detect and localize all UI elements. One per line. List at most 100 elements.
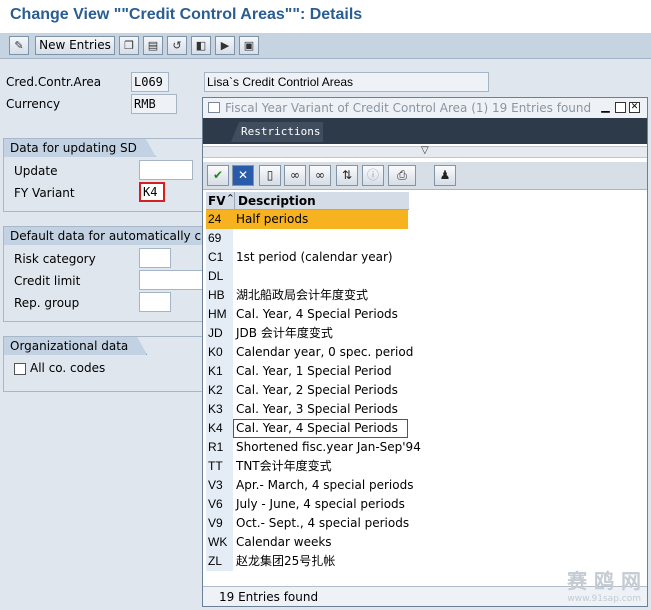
column-header-description[interactable]: Description xyxy=(234,192,408,210)
list-item-description: Cal. Year, 3 Special Periods xyxy=(233,400,408,419)
list-item-fv: TT xyxy=(206,457,233,476)
list-item-description: Cal. Year, 4 Special Periods xyxy=(233,419,408,438)
first-entry-icon[interactable]: ◧ xyxy=(191,36,211,55)
page-title: Change View ""Credit Control Areas"": De… xyxy=(10,6,363,23)
copy-icon[interactable]: ❐ xyxy=(119,36,139,55)
fy-variant-field[interactable]: K4 xyxy=(139,182,165,202)
list-item-fv: 69 xyxy=(206,229,233,248)
list-item[interactable]: HB 湖北船政局会计年度变式 xyxy=(206,286,408,305)
org-data-group: Organizational data All co. codes xyxy=(3,336,203,392)
list-item-fv: DL xyxy=(206,267,233,286)
list-item[interactable]: K3 Cal. Year, 3 Special Periods xyxy=(206,400,408,419)
list-item-description: Oct.- Sept., 4 special periods xyxy=(233,514,409,533)
result-list: 24 Half periods 69 C1 1st period (calendar y… xyxy=(206,210,421,571)
binoculars-icon[interactable]: ∞ xyxy=(284,165,306,186)
list-item-description: July - June, 4 special periods xyxy=(233,495,408,514)
application-toolbar: ✎ New Entries ❐ ▤ ↺ ◧ ▶ ▣ xyxy=(0,33,651,59)
list-item-fv: R1 xyxy=(206,438,233,457)
list-item[interactable]: 69 xyxy=(206,229,408,248)
list-item-fv: 24 xyxy=(206,210,233,229)
watermark-text: 赛 鸥 网 xyxy=(567,569,641,593)
list-item[interactable]: V9 Oct.- Sept., 4 special periods xyxy=(206,514,409,533)
last-entry-icon[interactable]: ▣ xyxy=(239,36,259,55)
personal-value-list-icon[interactable]: ♟ xyxy=(434,165,456,186)
credit-limit-field[interactable] xyxy=(139,270,203,290)
list-item[interactable]: DL xyxy=(206,267,408,286)
list-item-fv: K0 xyxy=(206,343,233,362)
list-item-description xyxy=(233,229,408,248)
list-item-fv: HM xyxy=(206,305,233,324)
title-bar: Change View ""Credit Control Areas"": De… xyxy=(0,0,651,33)
close-icon[interactable]: ✕ xyxy=(629,102,640,113)
currency-label: Currency xyxy=(6,97,61,111)
watermark-url: www.91sap.com xyxy=(567,594,641,604)
list-item[interactable]: V6 July - June, 4 special periods xyxy=(206,495,408,514)
list-item-description: Cal. Year, 2 Special Periods xyxy=(233,381,408,400)
list-item-description: JDB 会计年度变式 xyxy=(233,324,408,343)
list-item-description: Cal. Year, 1 Special Period xyxy=(233,362,408,381)
list-item-description: 赵龙集团25号扎帐 xyxy=(233,552,408,571)
sort-ascending-icon: ^ xyxy=(227,193,234,202)
list-item[interactable]: 24 Half periods xyxy=(206,210,408,229)
undo-icon[interactable]: ↺ xyxy=(167,36,187,55)
restrictions-expand-handle[interactable]: ▽ xyxy=(203,145,647,158)
list-item-fv: C1 xyxy=(206,248,233,267)
window-icon xyxy=(208,102,220,113)
list-item[interactable]: TT TNT会计年度变式 xyxy=(206,457,408,476)
list-item[interactable]: C1 1st period (calendar year) xyxy=(206,248,408,267)
list-item-description: Apr.- March, 4 special periods xyxy=(233,476,413,495)
org-data-group-title: Organizational data xyxy=(4,337,147,355)
tab-restrictions[interactable]: Restrictions xyxy=(231,122,323,142)
list-item-description: Cal. Year, 4 Special Periods xyxy=(233,305,408,324)
document-icon[interactable]: ▯ xyxy=(259,165,281,186)
value-help-popup: Fiscal Year Variant of Credit Control Ar… xyxy=(202,97,648,607)
list-item-description: Calendar weeks xyxy=(233,533,408,552)
find-next-icon[interactable]: ∞ xyxy=(309,165,331,186)
checkmark-icon[interactable]: ✔ xyxy=(207,165,229,186)
all-co-codes-checkbox[interactable] xyxy=(14,363,26,375)
list-item-fv: K1 xyxy=(206,362,233,381)
list-item[interactable]: R1 Shortened fisc.year Jan-Sep'94 xyxy=(206,438,421,457)
cred-contr-area-description: Lisa`s Credit Contriol Areas xyxy=(204,72,489,92)
popup-toolbar: ✔ ✕ ▯ ∞ ∞ ⇅ ⓘ ⎙ ♟ xyxy=(203,162,647,190)
list-item-fv: V3 xyxy=(206,476,233,495)
rep-group-field[interactable] xyxy=(139,292,171,312)
sd-data-group-title: Data for updating SD xyxy=(4,139,156,157)
new-entries-button[interactable]: New Entries xyxy=(35,36,115,55)
save-icon[interactable]: ▤ xyxy=(143,36,163,55)
cancel-icon[interactable]: ✕ xyxy=(232,165,254,186)
next-entry-icon[interactable]: ▶ xyxy=(215,36,235,55)
list-item[interactable]: JD JDB 会计年度变式 xyxy=(206,324,408,343)
display-change-icon[interactable]: ✎ xyxy=(9,36,29,55)
list-item[interactable]: K1 Cal. Year, 1 Special Period xyxy=(206,362,408,381)
information-icon[interactable]: ⓘ xyxy=(362,165,384,186)
list-item-fv: JD xyxy=(206,324,233,343)
list-item[interactable]: K0 Calendar year, 0 spec. period xyxy=(206,343,413,362)
cred-contr-area-field[interactable]: L069 xyxy=(131,72,169,92)
list-item-fv: K4 xyxy=(206,419,233,438)
sort-icon[interactable]: ⇅ xyxy=(336,165,358,186)
list-item[interactable]: K4 Cal. Year, 4 Special Periods xyxy=(206,419,408,438)
minimize-icon[interactable]: ▁ xyxy=(600,101,611,113)
list-item[interactable]: HM Cal. Year, 4 Special Periods xyxy=(206,305,408,324)
list-item-description: 1st period (calendar year) xyxy=(233,248,408,267)
list-item[interactable]: K2 Cal. Year, 2 Special Periods xyxy=(206,381,408,400)
list-item-description: 湖北船政局会计年度变式 xyxy=(233,286,408,305)
list-item-description xyxy=(233,267,408,286)
maximize-icon[interactable] xyxy=(615,102,626,113)
update-field[interactable] xyxy=(139,160,193,180)
currency-field[interactable]: RMB xyxy=(131,94,177,114)
list-item-description: Shortened fisc.year Jan-Sep'94 xyxy=(233,438,421,457)
fy-variant-label: FY Variant xyxy=(14,186,75,200)
list-header: FV ^ Description xyxy=(206,192,409,210)
update-label: Update xyxy=(14,164,58,178)
default-data-group: Default data for automatically creat Ris… xyxy=(3,226,203,322)
list-item[interactable]: WK Calendar weeks xyxy=(206,533,408,552)
list-item[interactable]: ZL 赵龙集团25号扎帐 xyxy=(206,552,408,571)
print-icon[interactable]: ⎙ xyxy=(388,165,416,186)
list-item[interactable]: V3 Apr.- March, 4 special periods xyxy=(206,476,413,495)
risk-category-field[interactable] xyxy=(139,248,171,268)
list-item-fv: K2 xyxy=(206,381,233,400)
cred-contr-area-label: Cred.Contr.Area xyxy=(6,75,102,89)
list-item-fv: WK xyxy=(206,533,233,552)
